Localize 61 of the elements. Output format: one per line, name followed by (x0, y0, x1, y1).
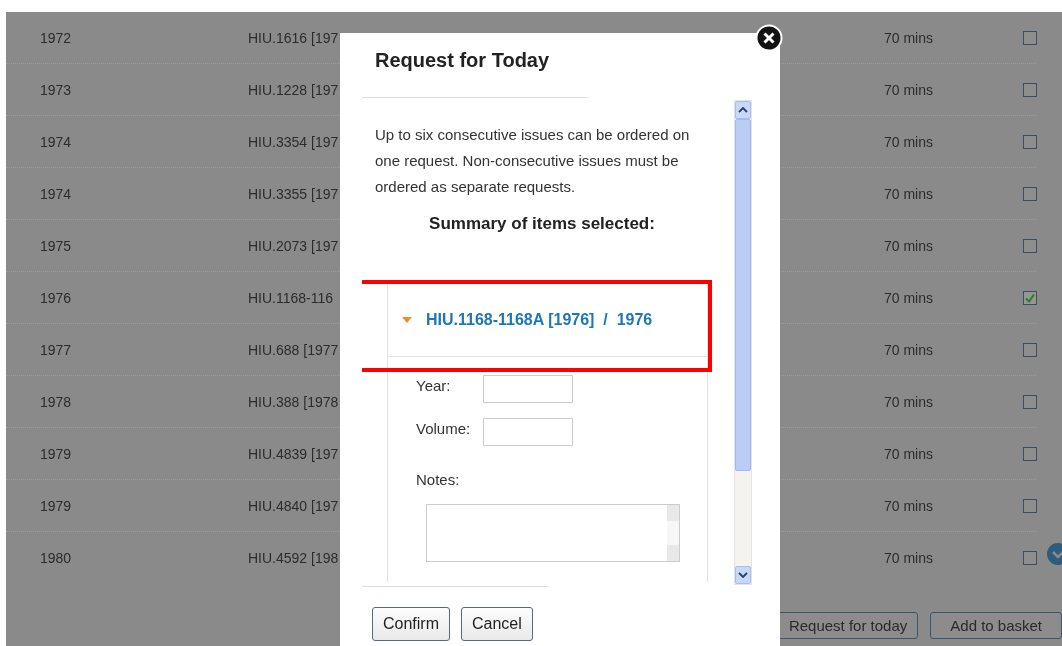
table-cell: HIU.3354 [197 (248, 133, 339, 150)
action-button[interactable]: Add to basket (930, 612, 1062, 639)
row-checkbox[interactable] (1023, 186, 1037, 201)
field-label: Volume: (416, 420, 472, 437)
row-checkbox[interactable] (1023, 134, 1037, 149)
item-title-link[interactable]: HIU.1168-1168A [1976] / 1976 (426, 308, 662, 331)
caret-icon[interactable] (402, 316, 412, 323)
summary-heading: Summary of items selected: (428, 214, 656, 234)
table-cell: 70 mins (884, 497, 934, 514)
table-cell: 1974 (40, 185, 72, 202)
table-cell: 70 mins (884, 393, 934, 410)
table-cell: HIU.388 [1978 (248, 393, 339, 410)
row-checkbox[interactable] (1023, 238, 1037, 253)
table-cell: 70 mins (884, 341, 934, 358)
table-cell: 1980 (40, 549, 72, 566)
dialog-button[interactable]: Confirm (372, 607, 450, 641)
table-cell: 70 mins (884, 549, 934, 566)
table-cell: 70 mins (884, 81, 934, 98)
table-cell: 70 mins (884, 237, 934, 254)
table-cell: 1978 (40, 393, 72, 410)
table-cell: 1972 (40, 29, 72, 46)
table-cell: HIU.1616 [197 (248, 29, 339, 46)
table-cell: 1976 (40, 289, 72, 306)
row-checkbox[interactable] (1023, 498, 1037, 513)
up-chevron-icon[interactable] (738, 107, 748, 113)
row-checkbox[interactable] (1023, 446, 1037, 461)
table-cell: 1974 (40, 133, 72, 150)
table-cell: 70 mins (884, 133, 934, 150)
table-cell: HIU.3355 [197 (248, 185, 339, 202)
dialog-button[interactable]: Cancel (461, 607, 533, 641)
dialog-title: Request for Today (375, 49, 550, 73)
table-cell: 70 mins (884, 445, 934, 462)
down-chevron-icon[interactable] (738, 572, 748, 578)
table-cell: 1977 (40, 341, 72, 358)
row-checkbox[interactable] (1023, 30, 1037, 45)
table-cell: 1973 (40, 81, 72, 98)
row-checkbox[interactable] (1023, 290, 1037, 305)
table-cell: HIU.1228 [197 (248, 81, 339, 98)
table-cell: HIU.688 [1977 (248, 341, 339, 358)
input-field[interactable] (483, 375, 573, 403)
field-label: Notes: (416, 471, 460, 488)
row-checkbox[interactable] (1023, 550, 1037, 565)
table-cell: HIU.4592 [198 (248, 549, 339, 566)
table-cell: 1979 (40, 497, 72, 514)
table-cell: HIU.1168-116 (248, 289, 334, 306)
table-cell: HIU.2073 [197 (248, 237, 339, 254)
table-cell: 70 mins (884, 289, 934, 306)
field-label: Year: (416, 377, 452, 394)
table-cell: 1975 (40, 237, 72, 254)
table-cell: HIU.4839 [197 (248, 445, 339, 462)
row-checkbox[interactable] (1023, 394, 1037, 409)
row-checkbox[interactable] (1023, 82, 1037, 97)
table-cell: 1979 (40, 445, 72, 462)
table-cell: 70 mins (884, 29, 934, 46)
input-field[interactable] (483, 418, 573, 446)
table-cell: 70 mins (884, 185, 934, 202)
notes-field[interactable] (426, 504, 680, 562)
scrollbar[interactable] (734, 100, 752, 585)
row-checkbox[interactable] (1023, 342, 1037, 357)
table-cell: HIU.4840 [197 (248, 497, 339, 514)
intro-text: Up to six consecutive issues can be ordered on one request. Non-consecutive issues must be ordered as separate requests. (375, 125, 691, 197)
